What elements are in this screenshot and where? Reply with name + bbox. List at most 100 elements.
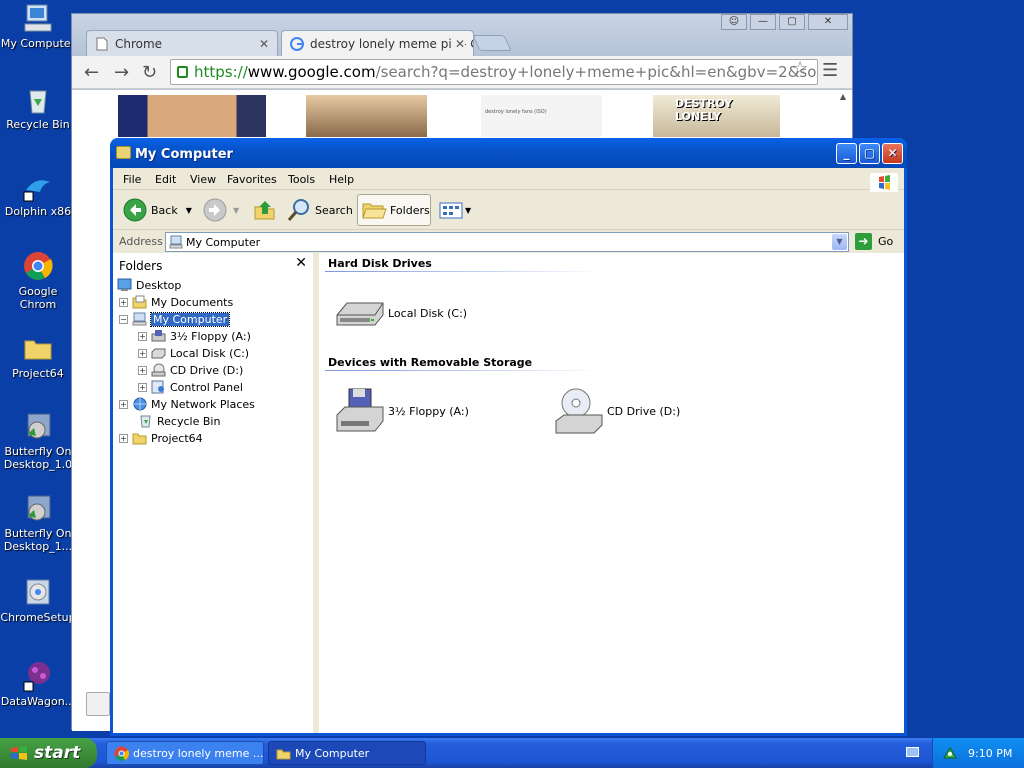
- go-arrow-icon: ➜: [855, 233, 872, 250]
- keyboard-icon[interactable]: [906, 747, 919, 757]
- new-tab-button[interactable]: [472, 35, 512, 51]
- installer-icon: [22, 492, 54, 524]
- reload-icon[interactable]: ↻: [142, 62, 157, 83]
- desktop-icon-google-chrome[interactable]: Google Chrom: [0, 250, 76, 311]
- desktop-icon-butterfly-1[interactable]: Butterfly On Desktop_1.0: [0, 410, 76, 471]
- close-pane-icon[interactable]: ✕: [295, 255, 307, 271]
- tree-item-network-places[interactable]: + My Network Places: [119, 396, 255, 412]
- taskbar-button-my-computer[interactable]: My Computer: [268, 741, 426, 765]
- views-icon: [439, 202, 463, 219]
- desktop-icon-dolphin[interactable]: Dolphin x86: [0, 170, 76, 218]
- maximize-button[interactable]: ▢: [779, 14, 805, 30]
- minimize-button[interactable]: _: [836, 143, 857, 164]
- drive-floppy-a[interactable]: 3½ Floppy (A:): [335, 387, 469, 435]
- lock-icon: [177, 66, 188, 78]
- chrome-menu-icon[interactable]: ☰: [822, 60, 838, 81]
- desktop-icon-label: My Computer: [0, 37, 76, 50]
- title-bar[interactable]: My Computer _ ▢ ✕: [110, 138, 907, 168]
- expand-icon[interactable]: +: [119, 399, 128, 409]
- go-button[interactable]: ➜ Go: [855, 233, 893, 250]
- views-button[interactable]: ▼: [439, 194, 471, 226]
- menu-view[interactable]: View: [190, 173, 216, 186]
- tab-close-icon[interactable]: ✕: [451, 37, 465, 51]
- tree-item-my-documents[interactable]: + My Documents: [119, 294, 233, 310]
- control-panel-icon: [151, 380, 166, 394]
- minimize-button[interactable]: —: [750, 14, 776, 30]
- image-thumbnail[interactable]: [118, 95, 266, 137]
- page-action-button[interactable]: [86, 692, 110, 716]
- desktop-icon-butterfly-2[interactable]: Butterfly On Desktop_1...: [0, 492, 76, 553]
- tree-item-desktop[interactable]: Desktop: [117, 277, 181, 293]
- tree-item-recycle-bin[interactable]: Recycle Bin: [138, 413, 220, 429]
- expand-icon[interactable]: +: [138, 331, 147, 341]
- image-thumbnail[interactable]: destroy lonely fans (ISO): [481, 95, 602, 137]
- maximize-button[interactable]: ▢: [859, 143, 880, 164]
- forward-button[interactable]: ▼: [203, 194, 239, 226]
- scroll-up-arrow[interactable]: ▲: [840, 92, 846, 101]
- drive-cd-d[interactable]: CD Drive (D:): [554, 387, 680, 435]
- menu-bar: File Edit View Favorites Tools Help: [113, 168, 904, 192]
- forward-arrow-icon[interactable]: →: [114, 62, 129, 83]
- taskbar-button-chrome[interactable]: destroy lonely meme ...: [106, 741, 264, 765]
- chevron-down-icon[interactable]: ▼: [832, 234, 847, 250]
- tab-google-search[interactable]: destroy lonely meme pic - Go ✕: [281, 30, 474, 56]
- desktop-icon-datawagon[interactable]: DataWagon...: [0, 660, 76, 708]
- expand-icon[interactable]: +: [138, 365, 147, 375]
- expand-icon[interactable]: +: [119, 433, 128, 443]
- omnibox[interactable]: https://www.google.com/search?q=destroy+…: [170, 59, 818, 85]
- cd-drive-icon: [554, 387, 604, 435]
- image-thumbnail[interactable]: [306, 95, 427, 137]
- tree-item-local-disk[interactable]: + Local Disk (C:): [138, 345, 249, 361]
- expand-icon[interactable]: +: [138, 382, 147, 392]
- menu-help[interactable]: Help: [329, 173, 354, 186]
- window-controls: _ ▢ ✕: [834, 143, 903, 164]
- tree-item-my-computer[interactable]: − My Computer: [119, 311, 231, 327]
- address-bar: Address My Computer ▼ ➜ Go: [113, 231, 904, 253]
- desktop-icon-project64[interactable]: Project64: [0, 332, 76, 380]
- tree-item-cd-drive[interactable]: + CD Drive (D:): [138, 362, 243, 378]
- menu-file[interactable]: File: [123, 173, 141, 186]
- tree-item-project64[interactable]: + Project64: [119, 430, 203, 446]
- expand-icon[interactable]: +: [138, 348, 147, 358]
- collapse-icon[interactable]: −: [119, 314, 128, 324]
- dolphin-icon: [22, 170, 54, 202]
- back-button[interactable]: Back ▼: [123, 194, 192, 226]
- chevron-down-icon[interactable]: ▼: [186, 206, 192, 215]
- desktop-icon-my-computer[interactable]: My Computer: [0, 2, 76, 50]
- image-thumbnail[interactable]: DESTROY LONELY: [653, 95, 780, 137]
- tab-close-icon[interactable]: ✕: [259, 37, 269, 51]
- clock[interactable]: 9:10 PM: [968, 747, 1012, 760]
- tab-label: Chrome: [115, 37, 163, 51]
- folders-pane: Folders ✕ Desktop + My Documents − My Co…: [113, 253, 316, 733]
- tree-label: My Documents: [151, 295, 234, 309]
- close-button[interactable]: ✕: [808, 14, 848, 30]
- folder-icon: [276, 746, 291, 761]
- address-field[interactable]: My Computer ▼: [165, 232, 849, 252]
- drive-local-disk-c[interactable]: Local Disk (C:): [335, 289, 467, 337]
- folders-label: Folders: [390, 203, 430, 217]
- start-button[interactable]: start: [0, 738, 97, 768]
- my-computer-window: My Computer _ ▢ ✕ File Edit View Favorit…: [110, 138, 907, 736]
- back-arrow-icon[interactable]: ←: [84, 62, 99, 83]
- tree-label: Local Disk (C:): [170, 346, 250, 360]
- tab-chrome[interactable]: Chrome ✕: [86, 30, 278, 56]
- cd-drive-icon: [151, 363, 166, 377]
- thumbnail-caption: DESTROY LONELY: [675, 97, 733, 123]
- menu-favorites[interactable]: Favorites: [227, 173, 277, 186]
- tree-item-control-panel[interactable]: + Control Panel: [138, 379, 243, 395]
- folders-pane-header: Folders ✕: [113, 253, 313, 273]
- folders-button[interactable]: Folders: [357, 194, 431, 226]
- profile-icon[interactable]: ☺: [721, 14, 747, 30]
- search-button[interactable]: Search: [286, 194, 353, 226]
- desktop-icon-recycle-bin[interactable]: Recycle Bin: [0, 83, 76, 131]
- close-button[interactable]: ✕: [882, 143, 903, 164]
- chevron-down-icon[interactable]: ▼: [233, 206, 239, 215]
- tree-item-floppy[interactable]: + 3½ Floppy (A:): [138, 328, 251, 344]
- network-tray-icon[interactable]: [942, 745, 958, 760]
- expand-icon[interactable]: +: [119, 297, 128, 307]
- menu-tools[interactable]: Tools: [288, 173, 315, 186]
- desktop-icon-chromesetup[interactable]: ChromeSetup: [0, 576, 76, 624]
- menu-edit[interactable]: Edit: [155, 173, 176, 186]
- bookmark-star-icon[interactable]: ☆: [792, 58, 808, 79]
- up-folder-button[interactable]: [253, 194, 277, 226]
